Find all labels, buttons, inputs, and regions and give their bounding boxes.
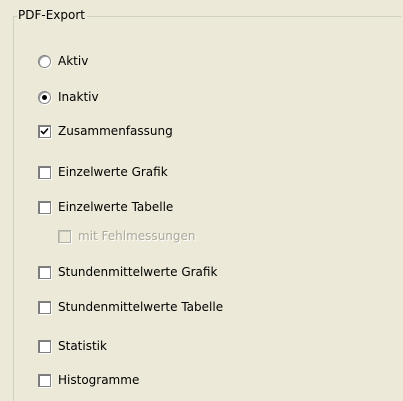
radio-aktiv-label: Aktiv xyxy=(58,54,89,68)
radio-inaktiv-label: Inaktiv xyxy=(58,90,99,104)
checkbox-disabled-icon xyxy=(58,229,71,243)
checkbox-mit-fehlmessungen-label: mit Fehlmessungen xyxy=(78,229,196,243)
checkbox-histogramme-label: Histogramme xyxy=(58,373,140,387)
checkbox-stundenmittelwerte-grafik[interactable]: Stundenmittelwerte Grafik xyxy=(38,263,217,281)
checkbox-einzelwerte-tabelle-label: Einzelwerte Tabelle xyxy=(58,200,174,214)
checkbox-statistik[interactable]: Statistik xyxy=(38,337,107,355)
checkbox-zusammenfassung-label: Zusammenfassung xyxy=(58,124,173,138)
checkbox-unchecked-icon[interactable] xyxy=(38,265,51,279)
checkbox-mit-fehlmessungen: mit Fehlmessungen xyxy=(58,227,196,245)
checkbox-statistik-label: Statistik xyxy=(58,339,107,353)
checkbox-histogramme[interactable]: Histogramme xyxy=(38,371,139,389)
checkbox-checked-icon[interactable] xyxy=(38,124,51,138)
radio-aktiv[interactable]: Aktiv xyxy=(38,52,88,70)
checkbox-unchecked-icon[interactable] xyxy=(38,300,51,314)
radio-checked-icon[interactable] xyxy=(38,90,51,104)
checkbox-unchecked-icon[interactable] xyxy=(38,339,51,353)
checkbox-stundenmittelwerte-tabelle-label: Stundenmittelwerte Tabelle xyxy=(58,300,224,314)
checkbox-unchecked-icon[interactable] xyxy=(38,373,51,387)
checkbox-zusammenfassung[interactable]: Zusammenfassung xyxy=(38,122,173,140)
checkbox-stundenmittelwerte-tabelle[interactable]: Stundenmittelwerte Tabelle xyxy=(38,298,223,316)
checkbox-einzelwerte-grafik-label: Einzelwerte Grafik xyxy=(58,165,168,179)
groupbox-title: PDF-Export xyxy=(17,7,87,23)
checkbox-unchecked-icon[interactable] xyxy=(38,200,51,214)
radio-inaktiv[interactable]: Inaktiv xyxy=(38,88,99,106)
checkbox-unchecked-icon[interactable] xyxy=(38,165,51,179)
checkbox-einzelwerte-tabelle[interactable]: Einzelwerte Tabelle xyxy=(38,198,173,216)
radio-unchecked-icon[interactable] xyxy=(38,54,51,68)
checkbox-einzelwerte-grafik[interactable]: Einzelwerte Grafik xyxy=(38,163,168,181)
checkbox-stundenmittelwerte-grafik-label: Stundenmittelwerte Grafik xyxy=(58,265,218,279)
